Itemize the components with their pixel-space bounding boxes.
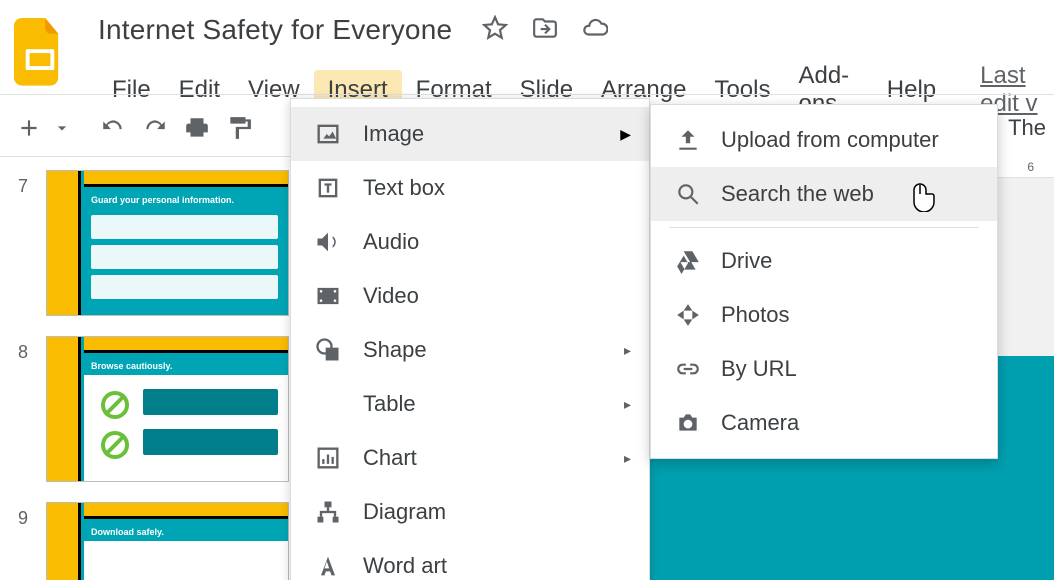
image-icon [313,119,343,149]
slide-thumbnail[interactable]: Download safely. [46,502,289,580]
print-button[interactable] [178,109,216,147]
insert-shape-item[interactable]: Shape ▸ [291,323,649,377]
shape-icon [313,335,343,365]
insert-table-item[interactable]: Table ▸ [291,377,649,431]
toolbar-overflow-text: The [1008,100,1046,156]
slide-number: 9 [0,502,46,529]
undo-button[interactable] [94,109,132,147]
mouse-cursor-icon [912,182,940,217]
insert-video-item[interactable]: Video [291,269,649,323]
textbox-icon [313,173,343,203]
drive-item[interactable]: Drive [651,234,997,288]
slide-number: 8 [0,336,46,363]
photos-icon [673,300,703,330]
drive-icon [673,246,703,276]
new-slide-button[interactable] [10,109,48,147]
link-icon [673,354,703,384]
new-slide-dropdown[interactable] [52,109,72,147]
video-icon [313,281,343,311]
slides-logo[interactable] [14,18,66,84]
slide-thumbnail[interactable]: Guard your personal information. [46,170,289,316]
document-title[interactable]: Internet Safety for Everyone [98,14,452,46]
chevron-right-icon: ▸ [624,450,631,467]
insert-image-item[interactable]: Image ▶ [291,107,649,161]
upload-icon [673,125,703,155]
paint-format-button[interactable] [220,109,258,147]
photos-item[interactable]: Photos [651,288,997,342]
camera-icon [673,408,703,438]
move-icon[interactable] [532,15,558,46]
chevron-right-icon: ▸ [624,342,631,359]
slide-panel: 7 Guard your personal information. 8 Bro… [0,170,310,580]
menu-separator [669,227,979,228]
audio-icon [313,227,343,257]
insert-chart-item[interactable]: Chart ▸ [291,431,649,485]
by-url-item[interactable]: By URL [651,342,997,396]
image-submenu: Upload from computer Search the web Driv… [650,104,998,459]
slide-thumbnail[interactable]: Browse cautiously. [46,336,289,482]
insert-menu-dropdown: Image ▶ Text box Audio Video Shape ▸ Tab… [290,98,650,580]
cloud-status-icon[interactable] [582,15,608,46]
insert-textbox-item[interactable]: Text box [291,161,649,215]
chevron-right-icon: ▶ [620,126,631,143]
redo-button[interactable] [136,109,174,147]
insert-wordart-item[interactable]: Word art [291,539,649,580]
insert-diagram-item[interactable]: Diagram [291,485,649,539]
upload-from-computer-item[interactable]: Upload from computer [651,113,997,167]
star-icon[interactable] [482,15,508,46]
chart-icon [313,443,343,473]
search-icon [673,179,703,209]
wordart-icon [313,551,343,580]
chevron-right-icon: ▸ [624,396,631,413]
slide-number: 7 [0,170,46,197]
insert-audio-item[interactable]: Audio [291,215,649,269]
diagram-icon [313,497,343,527]
search-the-web-item[interactable]: Search the web [651,167,997,221]
camera-item[interactable]: Camera [651,396,997,450]
